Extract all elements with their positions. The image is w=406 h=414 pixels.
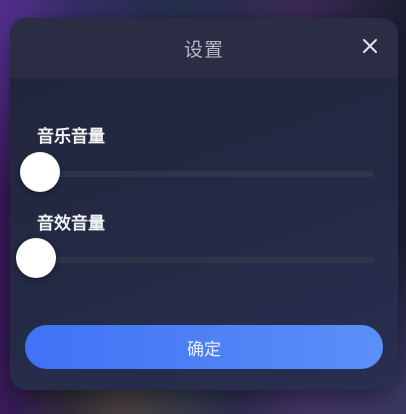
close-icon: [363, 39, 377, 53]
confirm-button[interactable]: 确定: [25, 325, 383, 369]
music-volume-label: 音乐音量: [37, 127, 105, 147]
close-button[interactable]: [358, 34, 382, 58]
music-volume-thumb[interactable]: [20, 152, 60, 192]
sfx-volume-thumb[interactable]: [16, 238, 56, 278]
music-volume-track[interactable]: [36, 171, 374, 177]
dialog-title: 设置: [183, 38, 224, 61]
sfx-volume-label: 音效音量: [37, 214, 105, 234]
dialog-header: 设置: [10, 18, 398, 78]
sfx-volume-slider[interactable]: [16, 238, 374, 282]
music-volume-slider[interactable]: [20, 152, 374, 196]
sfx-volume-track[interactable]: [36, 257, 374, 263]
settings-dialog: 设置 音乐音量 音效音量 确定: [10, 18, 398, 390]
